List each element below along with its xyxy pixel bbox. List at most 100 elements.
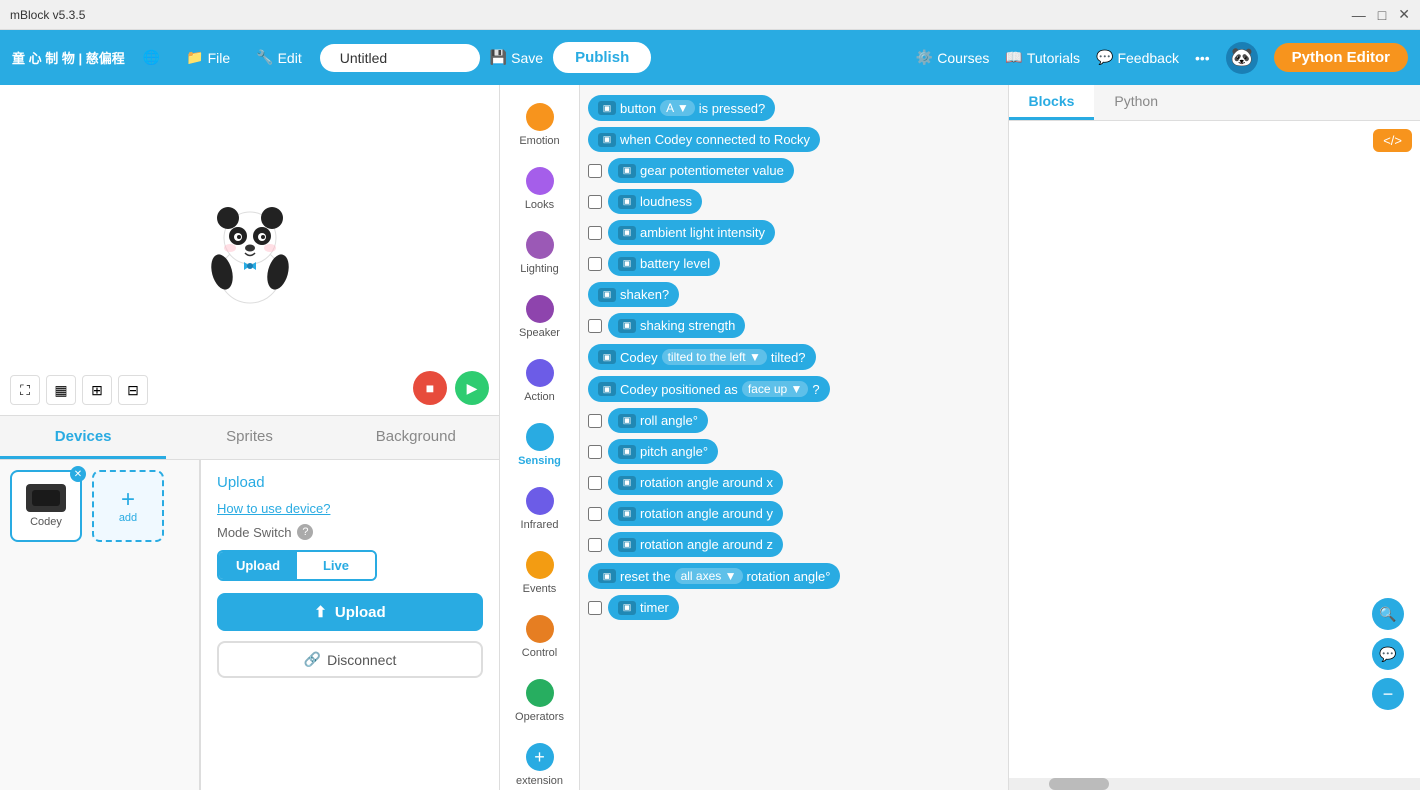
grid-large-button[interactable]: ⊞ bbox=[82, 375, 112, 405]
zoom-comment-button[interactable]: 💬 bbox=[1372, 638, 1404, 670]
globe-button[interactable]: 🌐 bbox=[135, 45, 168, 70]
grid-4-button[interactable]: ⊟ bbox=[118, 375, 148, 405]
block-icon-pitch-angle: ▣ bbox=[618, 445, 636, 459]
mode-switch-row: Mode Switch ? bbox=[217, 524, 483, 540]
disconnect-button[interactable]: 🔗 Disconnect bbox=[217, 641, 483, 678]
category-item-events[interactable]: Events bbox=[506, 543, 574, 603]
device-remove-button[interactable]: ✕ bbox=[70, 466, 86, 482]
block-checkbox-loudness[interactable] bbox=[588, 195, 602, 209]
code-snippet-button[interactable]: </> bbox=[1373, 129, 1412, 152]
category-item-action[interactable]: Action bbox=[506, 351, 574, 411]
block-checkbox-ambient[interactable] bbox=[588, 226, 602, 240]
block-checkbox-battery[interactable] bbox=[588, 257, 602, 271]
stop-button[interactable]: ■ bbox=[413, 371, 447, 405]
block-icon-when-connected: ▣ bbox=[598, 133, 616, 147]
how-to-link[interactable]: How to use device? bbox=[217, 501, 483, 516]
disconnect-icon: 🔗 bbox=[304, 651, 321, 668]
run-button[interactable]: ▶ bbox=[455, 371, 489, 405]
category-item-extension[interactable]: + extension bbox=[506, 735, 574, 790]
block-checkbox-rotation-x[interactable] bbox=[588, 476, 602, 490]
code-panel: Blocks Python </> 🔍 💬 − bbox=[1009, 85, 1420, 790]
category-item-lighting[interactable]: Lighting bbox=[506, 223, 574, 283]
main-layout: ⛶ ▦ ⊞ ⊟ ■ ▶ Devices Sprites bbox=[0, 85, 1420, 790]
block-rotation-x[interactable]: ▣ rotation angle around x bbox=[608, 470, 783, 495]
mode-switch-info-icon[interactable]: ? bbox=[297, 524, 313, 540]
block-checkbox-timer[interactable] bbox=[588, 601, 602, 615]
devices-container: ✕ Codey + add bbox=[10, 470, 189, 542]
block-checkbox-gear-pot[interactable] bbox=[588, 164, 602, 178]
grid-small-button[interactable]: ▦ bbox=[46, 375, 76, 405]
tutorials-button[interactable]: 📖 Tutorials bbox=[1005, 49, 1080, 66]
block-shaking-strength[interactable]: ▣ shaking strength bbox=[608, 313, 745, 338]
block-row-battery: ▣ battery level bbox=[588, 251, 1000, 276]
app-name: mBlock v5.3.5 bbox=[10, 8, 85, 22]
block-icon-loudness: ▣ bbox=[618, 195, 636, 209]
block-icon-tilted: ▣ bbox=[598, 350, 616, 364]
category-item-emotion[interactable]: Emotion bbox=[506, 95, 574, 155]
tab-sprites[interactable]: Sprites bbox=[166, 416, 332, 459]
block-reset-rotation[interactable]: ▣ reset the all axes ▼ rotation angle° bbox=[588, 563, 840, 589]
upload-tab-button[interactable]: Upload bbox=[219, 552, 297, 579]
code-tabs: Blocks Python bbox=[1009, 85, 1420, 121]
zoom-search-button[interactable]: 🔍 bbox=[1372, 598, 1404, 630]
block-row-roll-angle: ▣ roll angle° bbox=[588, 408, 1000, 433]
category-item-control[interactable]: Control bbox=[506, 607, 574, 667]
close-button[interactable]: ✕ bbox=[1398, 6, 1410, 23]
block-checkbox-shaking-strength[interactable] bbox=[588, 319, 602, 333]
block-tilted[interactable]: ▣ Codey tilted to the left ▼ tilted? bbox=[588, 344, 816, 370]
categories-panel: Emotion Looks Lighting Speaker Action Se… bbox=[500, 85, 580, 790]
block-loudness[interactable]: ▣ loudness bbox=[608, 189, 702, 214]
block-checkbox-rotation-z[interactable] bbox=[588, 538, 602, 552]
category-item-looks[interactable]: Looks bbox=[506, 159, 574, 219]
block-btn-pressed[interactable]: ▣ button A ▼ is pressed? bbox=[588, 95, 775, 121]
zoom-minus-button[interactable]: − bbox=[1372, 678, 1404, 710]
scrollbar-thumb bbox=[1049, 778, 1109, 790]
add-device-button[interactable]: + add bbox=[92, 470, 164, 542]
live-tab-button[interactable]: Live bbox=[297, 552, 375, 579]
save-button[interactable]: 💾 Save bbox=[490, 49, 543, 66]
block-roll-angle[interactable]: ▣ roll angle° bbox=[608, 408, 708, 433]
courses-button[interactable]: ⚙️ Courses bbox=[916, 49, 990, 66]
file-menu-button[interactable]: 📁 File bbox=[178, 45, 238, 70]
category-item-infrared[interactable]: Infrared bbox=[506, 479, 574, 539]
tab-devices[interactable]: Devices bbox=[0, 416, 166, 459]
upload-action-button[interactable]: ⬆ Upload bbox=[217, 593, 483, 631]
project-name-input[interactable] bbox=[320, 44, 480, 72]
block-battery[interactable]: ▣ battery level bbox=[608, 251, 720, 276]
tab-background[interactable]: Background bbox=[333, 416, 499, 459]
block-positioned[interactable]: ▣ Codey positioned as face up ▼ ? bbox=[588, 376, 830, 402]
more-button[interactable]: ••• bbox=[1195, 50, 1210, 66]
block-checkbox-pitch-angle[interactable] bbox=[588, 445, 602, 459]
category-label-infrared: Infrared bbox=[521, 519, 559, 531]
block-pitch-angle[interactable]: ▣ pitch angle° bbox=[608, 439, 718, 464]
block-ambient[interactable]: ▣ ambient light intensity bbox=[608, 220, 775, 245]
expand-button[interactable]: ⛶ bbox=[10, 375, 40, 405]
category-item-speaker[interactable]: Speaker bbox=[506, 287, 574, 347]
tab-blocks[interactable]: Blocks bbox=[1009, 85, 1095, 120]
codey-device-card[interactable]: ✕ Codey bbox=[10, 470, 82, 542]
block-row-loudness: ▣ loudness bbox=[588, 189, 1000, 214]
block-gear-pot[interactable]: ▣ gear potentiometer value bbox=[608, 158, 794, 183]
block-checkbox-rotation-y[interactable] bbox=[588, 507, 602, 521]
edit-menu-button[interactable]: 🔧 Edit bbox=[248, 45, 310, 70]
tab-python[interactable]: Python bbox=[1094, 85, 1178, 120]
category-item-operators[interactable]: Operators bbox=[506, 671, 574, 731]
category-item-sensing[interactable]: Sensing bbox=[506, 415, 574, 475]
block-row-ambient: ▣ ambient light intensity bbox=[588, 220, 1000, 245]
horizontal-scrollbar[interactable] bbox=[1009, 778, 1420, 790]
python-editor-button[interactable]: Python Editor bbox=[1274, 43, 1408, 72]
block-rotation-y[interactable]: ▣ rotation angle around y bbox=[608, 501, 783, 526]
minimize-button[interactable]: — bbox=[1352, 6, 1366, 23]
block-row-when-connected: ▣ when Codey connected to Rocky bbox=[588, 127, 1000, 152]
block-checkbox-roll-angle[interactable] bbox=[588, 414, 602, 428]
topnav: 童 心 制 物 | 慈偏程 🌐 📁 File 🔧 Edit 💾 Save Pub… bbox=[0, 30, 1420, 85]
publish-button[interactable]: Publish bbox=[553, 42, 651, 73]
block-timer[interactable]: ▣ timer bbox=[608, 595, 679, 620]
block-rotation-z[interactable]: ▣ rotation angle around z bbox=[608, 532, 783, 557]
block-when-connected[interactable]: ▣ when Codey connected to Rocky bbox=[588, 127, 820, 152]
block-shaken[interactable]: ▣ shaken? bbox=[588, 282, 679, 307]
globe-icon: 🌐 bbox=[143, 49, 160, 66]
maximize-button[interactable]: □ bbox=[1378, 6, 1386, 23]
avatar[interactable]: 🐼 bbox=[1226, 42, 1258, 74]
feedback-button[interactable]: 💬 Feedback bbox=[1096, 49, 1179, 66]
